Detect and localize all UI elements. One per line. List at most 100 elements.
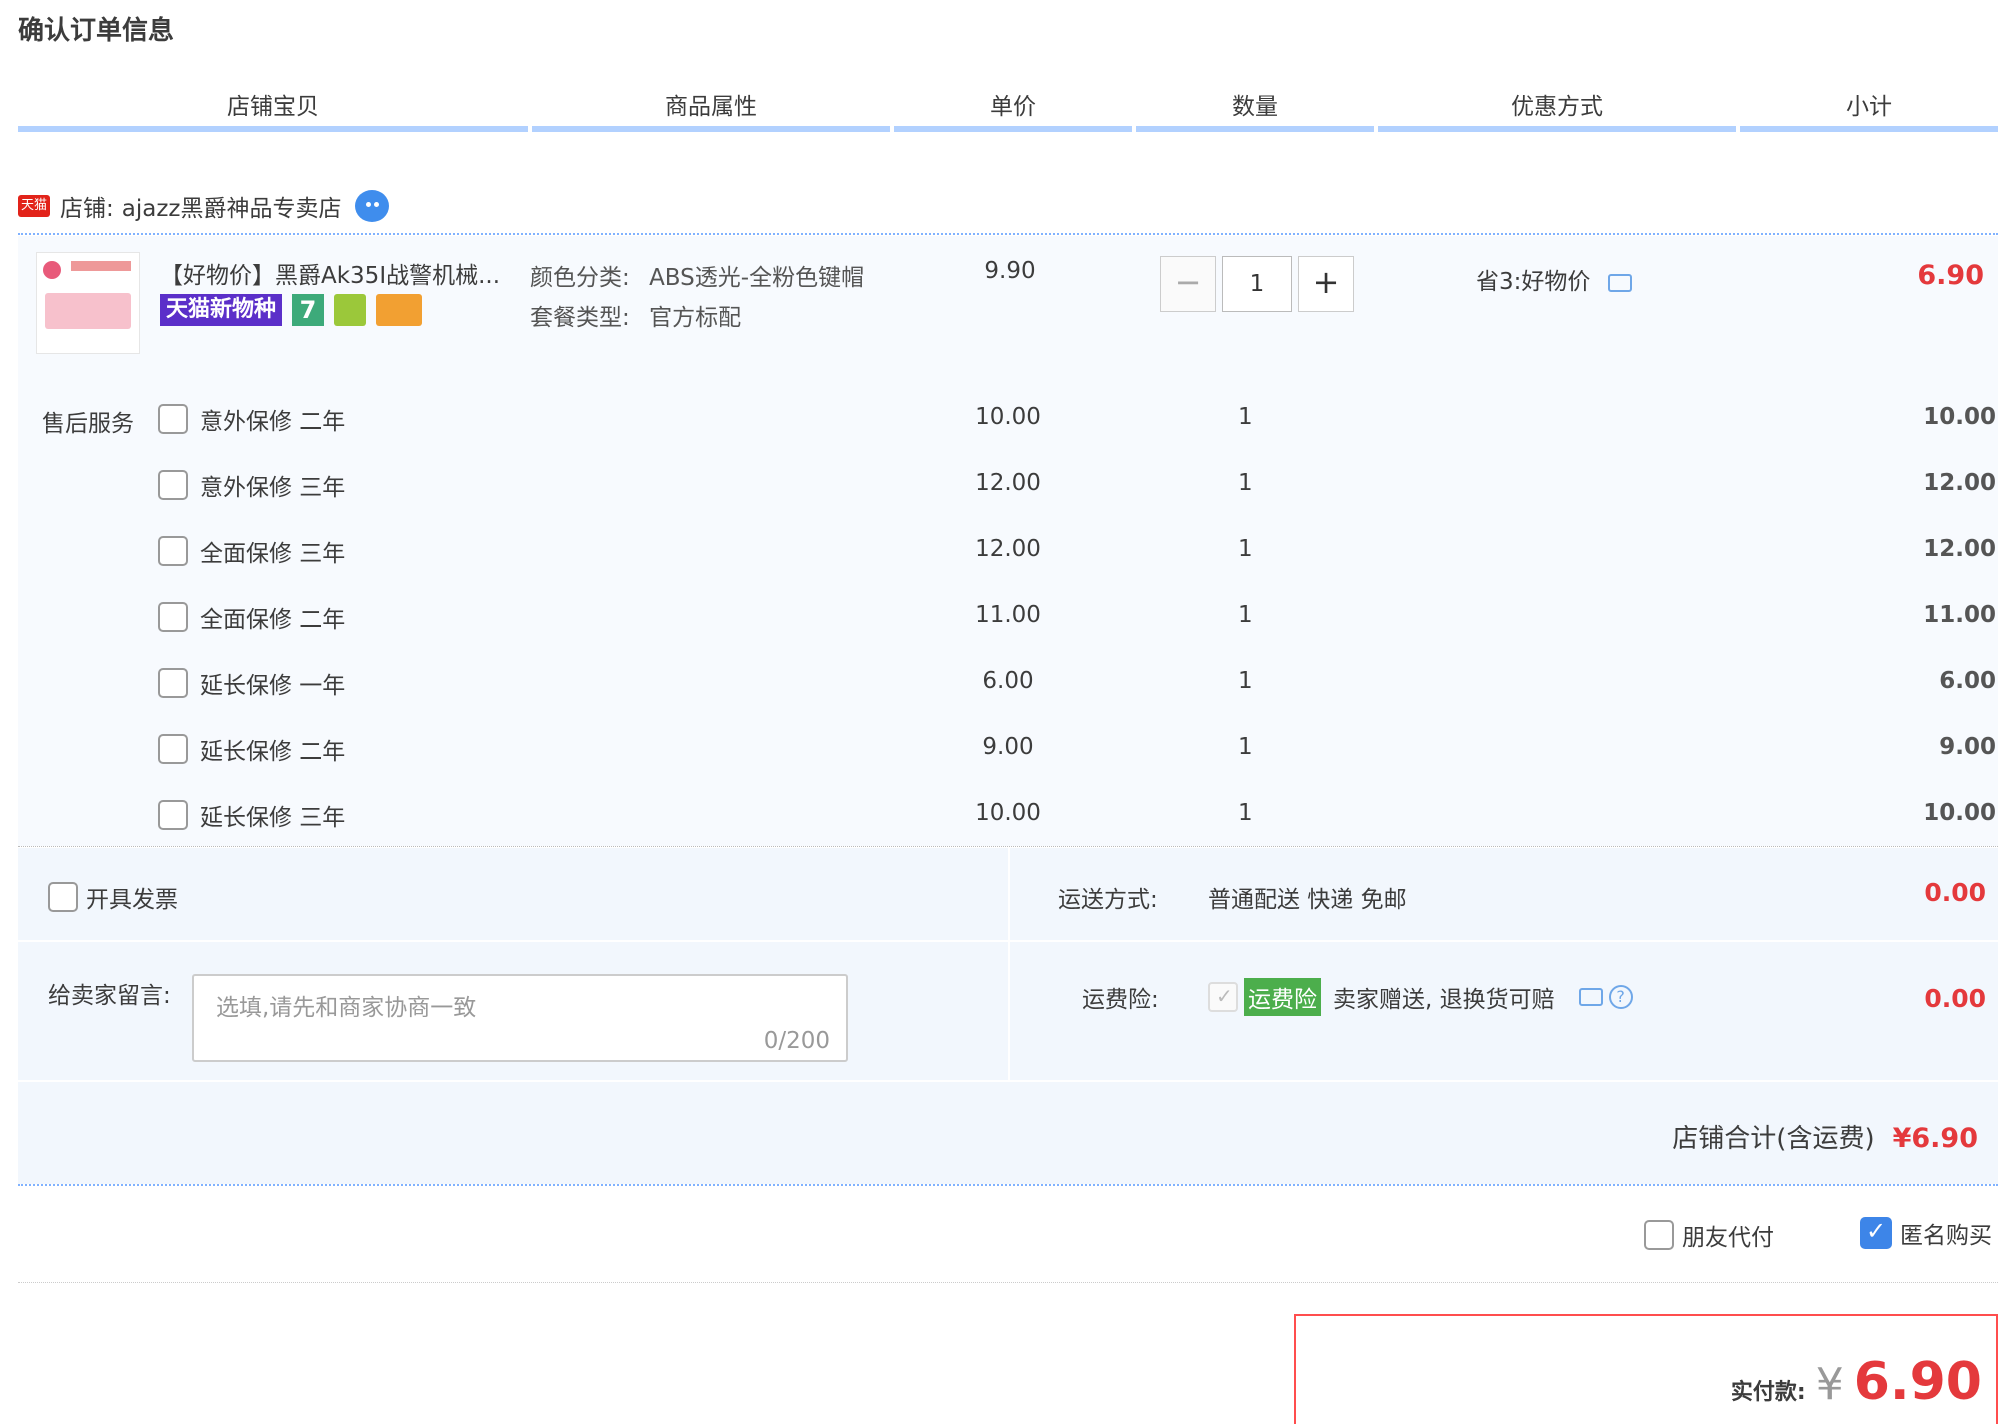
service-name: 延长保修 二年 <box>200 739 346 765</box>
service-checkbox[interactable] <box>158 404 188 434</box>
attr-color-value: ABS透光-全粉色键帽 <box>649 265 865 291</box>
help-icon[interactable]: ? <box>1608 985 1633 1009</box>
wangwang-chat-icon[interactable] <box>355 190 390 222</box>
actual-payment-label: 实付款: <box>1730 1380 1806 1405</box>
insurance-label: 运费险: <box>1082 987 1159 1013</box>
service-subtotal: 10.00 <box>1923 404 1996 430</box>
guarantee-icon[interactable] <box>334 294 367 326</box>
attr-package-value: 官方标配 <box>649 305 742 331</box>
payment-summary: 实付款: ¥ 6.90 <box>1294 1314 1998 1424</box>
divider <box>18 846 1998 847</box>
product-thumbnail[interactable] <box>36 252 140 354</box>
product-title-link[interactable]: 【好物价】黑爵Ak35I战警机械... <box>160 256 520 290</box>
page-title: 确认订单信息 <box>18 16 175 46</box>
invoice-option: 开具发票 <box>48 880 178 914</box>
separator <box>18 940 1008 942</box>
seller-message-input[interactable]: 选填,请先和商家协商一致 0/200 <box>192 974 848 1062</box>
service-name: 意外保修 三年 <box>200 475 346 501</box>
item-subtotal: 6.90 <box>1917 260 1984 291</box>
tmall-icon: 天猫 <box>18 195 50 217</box>
seven-day-return-icon[interactable]: 7 <box>292 294 325 326</box>
shipping-method[interactable]: 普通配送 快递 免邮 <box>1208 880 1407 914</box>
service-qty: 1 <box>1238 602 1253 628</box>
service-name: 意外保修 二年 <box>200 409 346 435</box>
service-row: 延长保修 一年 <box>158 663 345 703</box>
invoice-label: 开具发票 <box>86 887 178 913</box>
credit-card-icon[interactable] <box>376 294 423 326</box>
service-row: 全面保修 三年 <box>158 531 345 571</box>
invoice-checkbox[interactable] <box>48 882 78 912</box>
service-checkbox[interactable] <box>158 602 188 632</box>
shop-line: 天猫 店铺: ajazz黑爵神品专卖店 <box>18 186 390 226</box>
service-row: 全面保修 二年 <box>158 597 345 637</box>
service-name: 延长保修 一年 <box>200 673 346 699</box>
attr-color: 颜色分类: ABS透光-全粉色键帽 <box>530 258 864 292</box>
service-name: 全面保修 三年 <box>200 541 346 567</box>
quantity-stepper: − 1 + <box>1160 256 1354 312</box>
service-subtotal: 12.00 <box>1923 536 1996 562</box>
table-header: 店铺宝贝 商品属性 单价 数量 优惠方式 小计 <box>18 88 1998 132</box>
friend-pay-label: 朋友代付 <box>1682 1225 1774 1251</box>
service-qty: 1 <box>1238 800 1253 826</box>
service-checkbox[interactable] <box>158 470 188 500</box>
memo-placeholder: 选填,请先和商家协商一致 <box>216 995 477 1021</box>
header-quantity: 数量 <box>1136 88 1374 132</box>
shop-total-bar: 店铺合计(含运费) ¥6.90 <box>18 1082 1998 1184</box>
service-qty: 1 <box>1238 536 1253 562</box>
service-checkbox[interactable] <box>158 734 188 764</box>
service-row: 延长保修 二年 <box>158 729 345 769</box>
insurance-fee: 0.00 <box>1924 984 1986 1013</box>
memo-char-count: 0/200 <box>763 1028 830 1054</box>
service-price: 12.00 <box>975 470 1041 496</box>
service-qty: 1 <box>1238 668 1253 694</box>
promo: 省3:好物价 <box>1476 262 1632 296</box>
shop-total-value: ¥6.90 <box>1892 1123 1978 1154</box>
qty-plus-button[interactable]: + <box>1298 256 1354 312</box>
anonymous-label: 匿名购买 <box>1900 1223 1992 1249</box>
promo-text: 省3:好物价 <box>1476 269 1591 295</box>
qty-minus-button[interactable]: − <box>1160 256 1216 312</box>
shop-name-link[interactable]: ajazz黑爵神品专卖店 <box>122 189 342 223</box>
service-row: 延长保修 三年 <box>158 795 345 835</box>
insurance-option: 运费险 卖家赠送, 退换货可赔 ? <box>1208 978 1633 1016</box>
insurance-checkbox <box>1208 982 1238 1012</box>
service-checkbox[interactable] <box>158 536 188 566</box>
service-checkbox[interactable] <box>158 800 188 830</box>
service-price: 9.00 <box>982 734 1034 760</box>
promo-comment-icon[interactable] <box>1607 273 1632 292</box>
thumb-logo-icon <box>43 261 61 279</box>
header-attributes: 商品属性 <box>532 88 890 132</box>
header-unit-price: 单价 <box>894 88 1132 132</box>
qty-input[interactable]: 1 <box>1222 256 1292 312</box>
anonymous-option: 匿名购买 <box>1860 1216 1992 1250</box>
header-discount: 优惠方式 <box>1378 88 1736 132</box>
service-price: 10.00 <box>975 800 1041 826</box>
service-row: 意外保修 三年 <box>158 465 345 505</box>
divider <box>18 233 1998 235</box>
shop-total: 店铺合计(含运费) ¥6.90 <box>1672 1118 1978 1155</box>
service-subtotal: 9.00 <box>1939 734 1996 760</box>
service-subtotal: 12.00 <box>1923 470 1996 496</box>
service-price: 12.00 <box>975 536 1041 562</box>
order-options-right: 运送方式: 普通配送 快递 免邮 0.00 运费险: 运费险 卖家赠送, 退换货… <box>1010 848 1998 1080</box>
service-checkbox[interactable] <box>158 668 188 698</box>
header-shop-item: 店铺宝贝 <box>18 88 528 132</box>
tmall-new-species-badge[interactable]: 天猫新物种 <box>160 294 283 326</box>
memo-label: 给卖家留言: <box>48 983 171 1009</box>
divider <box>18 1184 1998 1186</box>
after-sales-label: 售后服务 <box>42 411 134 437</box>
service-subtotal: 10.00 <box>1923 800 1996 826</box>
shop-total-label: 店铺合计(含运费) <box>1672 1124 1875 1154</box>
service-subtotal: 11.00 <box>1923 602 1996 628</box>
currency-symbol: ¥ <box>1815 1359 1844 1410</box>
anonymous-checkbox[interactable] <box>1860 1217 1892 1249</box>
insurance-comment-icon[interactable] <box>1578 988 1603 1006</box>
actual-payment: 实付款: ¥ 6.90 <box>1731 1352 1982 1412</box>
friend-pay-checkbox[interactable] <box>1644 1220 1674 1250</box>
shipping-label: 运送方式: <box>1058 887 1158 913</box>
separator <box>1010 940 1998 942</box>
attr-color-label: 颜色分类: <box>530 265 630 291</box>
service-price: 10.00 <box>975 404 1041 430</box>
service-name: 全面保修 二年 <box>200 607 346 633</box>
keyboard-image-icon <box>45 293 131 329</box>
